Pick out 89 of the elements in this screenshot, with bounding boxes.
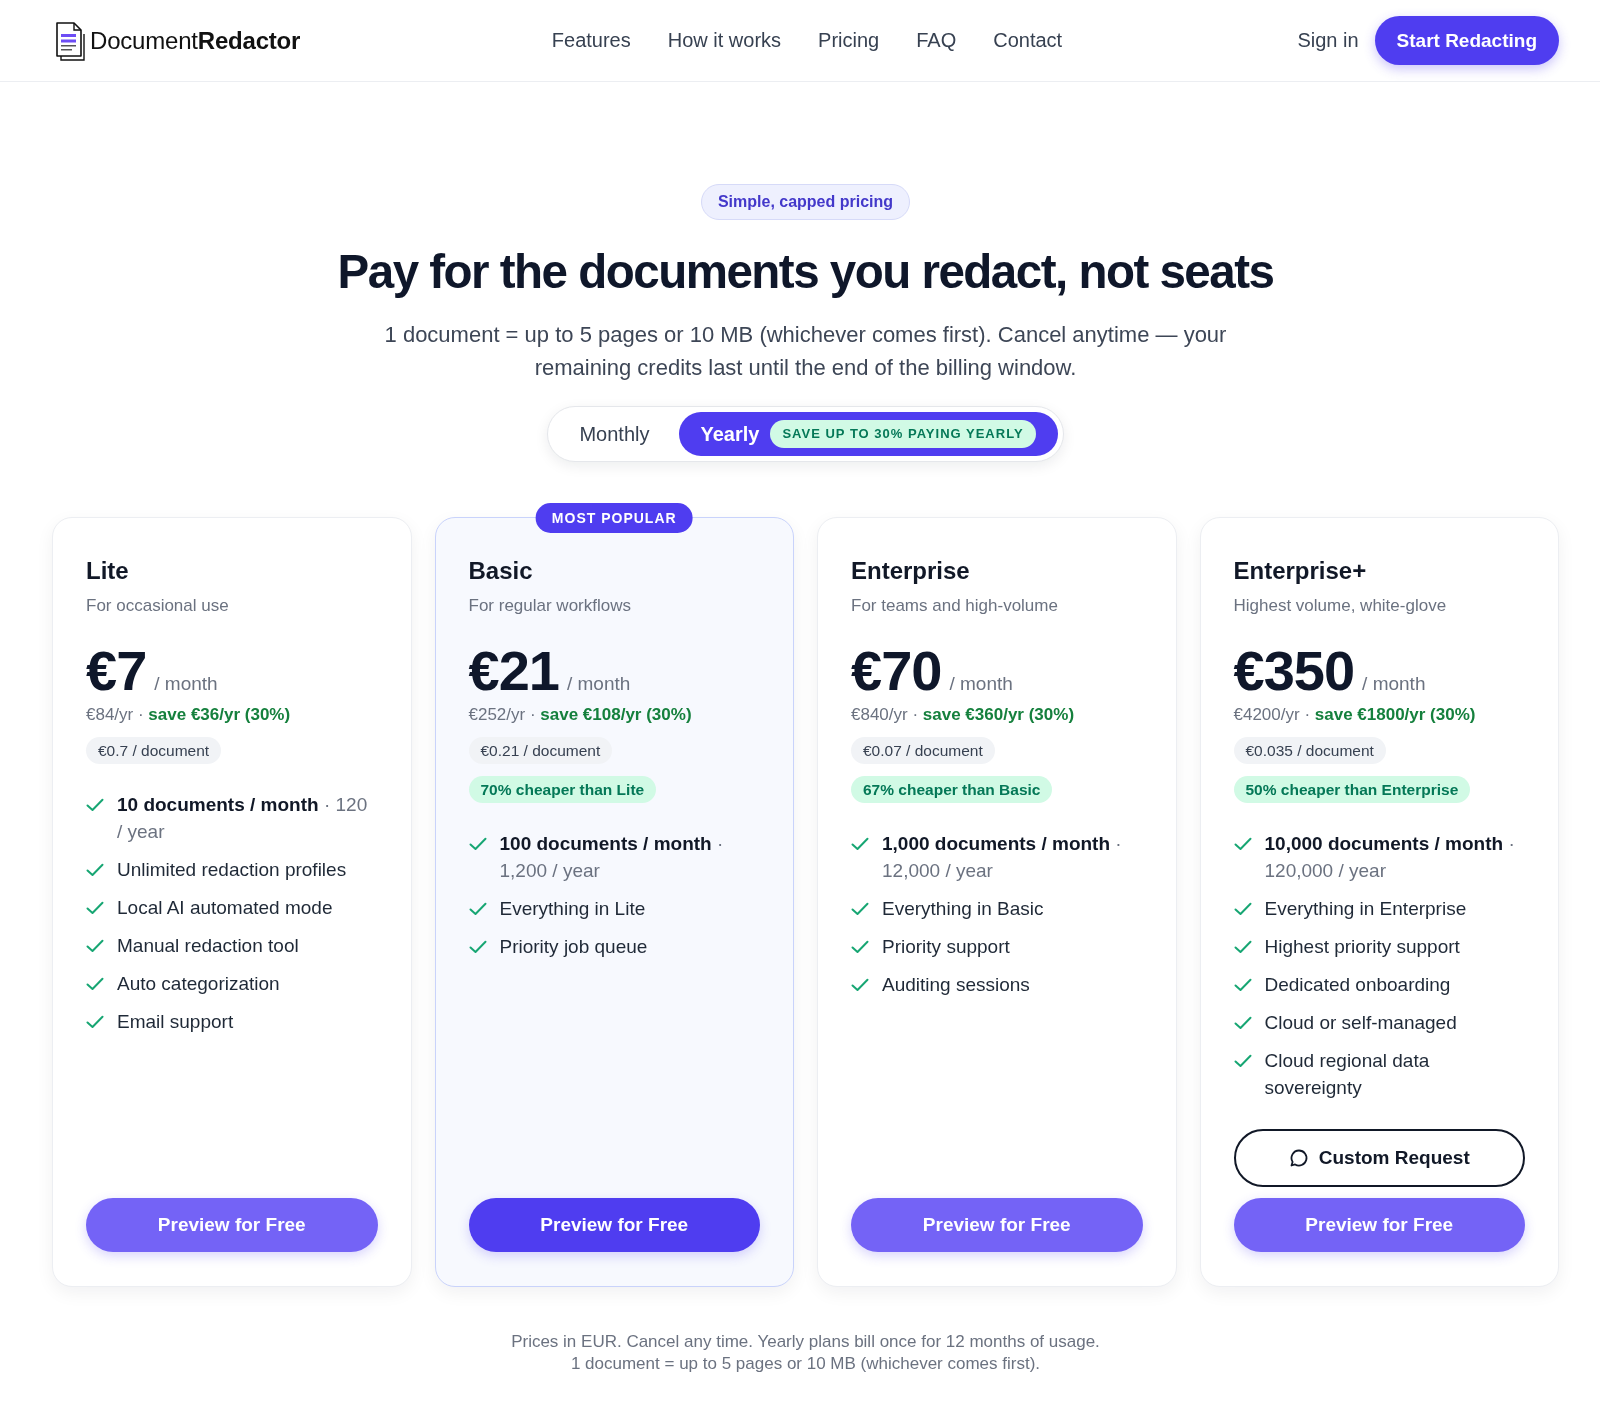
- plan-price: €350: [1233, 641, 1355, 700]
- preview-button[interactable]: Preview for Free: [851, 1198, 1143, 1252]
- check-icon: [86, 863, 104, 877]
- plan-name: Enterprise: [851, 556, 971, 586]
- price-period: / month: [949, 673, 1013, 695]
- check-icon: [468, 902, 487, 916]
- feature-text: Cloud or self-managed: [1264, 1011, 1457, 1035]
- feature-text: Email support: [117, 1010, 234, 1034]
- check-icon: [468, 837, 487, 851]
- plan-name: Enterprise+: [1233, 556, 1368, 586]
- plan-price: €7: [86, 641, 147, 700]
- feature-text: Priority job queue: [499, 935, 648, 959]
- custom-request-button[interactable]: Custom Request: [1233, 1129, 1525, 1187]
- plan-price: €21: [468, 641, 559, 700]
- feature-text: 1,000 documents / month · 12,000 / year: [882, 832, 1123, 883]
- plan-tagline: For regular workflows: [468, 595, 632, 617]
- plan-tagline: For teams and high-volume: [851, 595, 1059, 617]
- feature-text: Everything in Basic: [882, 897, 1044, 921]
- plan-name: Lite: [86, 556, 130, 586]
- plan-name: Basic: [468, 556, 534, 586]
- feature-text: Local AI automated mode: [117, 896, 333, 920]
- check-icon: [1233, 1016, 1252, 1030]
- preview-button[interactable]: Preview for Free: [86, 1198, 378, 1252]
- sign-in-link[interactable]: Sign in: [1297, 29, 1359, 52]
- check-icon: [468, 940, 487, 954]
- plan-tagline: Highest volume, white-glove: [1233, 595, 1448, 617]
- check-icon: [86, 939, 104, 953]
- plan-price: €70: [851, 641, 942, 700]
- yearly-price: €4200/yr · save €1800/yr (30%): [1233, 704, 1477, 726]
- check-icon: [851, 940, 869, 954]
- billing-option[interactable]: Monthly: [553, 412, 676, 456]
- footer-note: 1 document = up to 5 pages or 10 MB (whichever comes first).: [569, 1353, 1042, 1375]
- check-icon: [86, 1015, 104, 1029]
- document-icon: [55, 20, 87, 61]
- check-icon: [1233, 902, 1252, 916]
- nav-link[interactable]: How it works: [667, 29, 782, 52]
- yearly-price: €84/yr · save €36/yr (30%): [86, 704, 292, 726]
- feature-text: Everything in Enterprise: [1264, 897, 1467, 921]
- feature-text: Priority support: [882, 935, 1010, 959]
- feature-text: Auditing sessions: [882, 973, 1030, 997]
- feature-text: Manual redaction tool: [117, 934, 299, 958]
- brand-name[interactable]: DocumentRedactor: [90, 26, 301, 55]
- yearly-price: €840/yr · save €360/yr (30%): [851, 704, 1076, 726]
- check-icon: [851, 902, 869, 916]
- check-icon: [851, 837, 869, 851]
- check-icon: [1233, 1054, 1252, 1068]
- page-title: Pay for the documents you redact, not seats: [337, 244, 1274, 300]
- nav-link[interactable]: Features: [551, 29, 631, 52]
- price-period: / month: [566, 673, 631, 695]
- savings-pill: 70% cheaper than Lite: [468, 776, 657, 803]
- savings-pill: 50% cheaper than Enterprise: [1233, 776, 1471, 803]
- per-document-price: €0.035 / document: [1233, 737, 1386, 764]
- feature-text: Everything in Lite: [499, 897, 646, 921]
- feature-text: Cloud regional data sovereignty: [1264, 1049, 1431, 1100]
- speech-bubble-icon: [1288, 1148, 1309, 1168]
- feature-text: Auto categorization: [117, 972, 280, 996]
- preview-button[interactable]: Preview for Free: [1233, 1198, 1525, 1252]
- feature-text: Unlimited redaction profiles: [117, 858, 347, 882]
- preview-button[interactable]: Preview for Free: [468, 1198, 760, 1252]
- page-subtitle: 1 document = up to 5 pages or 10 MB (whichever comes first). Cancel anytime — your remaining credits last until the end of the billing window.: [383, 321, 1228, 382]
- savings-badge: SAVE UP TO 30% PAYING YEARLY: [770, 420, 1036, 448]
- most-popular-ribbon: MOST POPULAR: [535, 503, 693, 533]
- nav-link[interactable]: Pricing: [818, 29, 880, 52]
- check-icon: [851, 978, 869, 992]
- pricing-badge: Simple, capped pricing: [700, 184, 911, 220]
- plan-tagline: For occasional use: [86, 595, 230, 617]
- nav-link[interactable]: Contact: [993, 29, 1063, 52]
- billing-option[interactable]: Yearly SAVE UP TO 30% PAYING YEARLY: [679, 412, 1058, 456]
- price-period: / month: [154, 673, 218, 695]
- savings-pill: 67% cheaper than Basic: [851, 776, 1053, 803]
- feature-text: 10 documents / month · 120 / year: [117, 793, 369, 844]
- feature-text: 10,000 documents / month · 120,000 / year: [1264, 832, 1516, 883]
- check-icon: [1233, 837, 1252, 851]
- check-icon: [1233, 978, 1252, 992]
- check-icon: [86, 901, 104, 915]
- feature-text: Dedicated onboarding: [1264, 973, 1451, 997]
- feature-text: 100 documents / month · 1,200 / year: [499, 832, 725, 883]
- per-document-price: €0.21 / document: [468, 737, 613, 764]
- per-document-price: €0.07 / document: [851, 737, 995, 764]
- footer-note: Prices in EUR. Cancel any time. Yearly plans bill once for 12 months of usage.: [511, 1331, 1100, 1353]
- check-icon: [1233, 940, 1252, 954]
- price-period: / month: [1362, 673, 1426, 695]
- nav-link[interactable]: FAQ: [916, 29, 957, 52]
- start-redacting-button[interactable]: Start Redacting: [1374, 16, 1559, 65]
- per-document-price: €0.7 / document: [86, 737, 222, 764]
- check-icon: [86, 798, 104, 812]
- yearly-price: €252/yr · save €108/yr (30%): [468, 704, 693, 726]
- feature-text: Highest priority support: [1264, 935, 1460, 959]
- check-icon: [86, 977, 104, 991]
